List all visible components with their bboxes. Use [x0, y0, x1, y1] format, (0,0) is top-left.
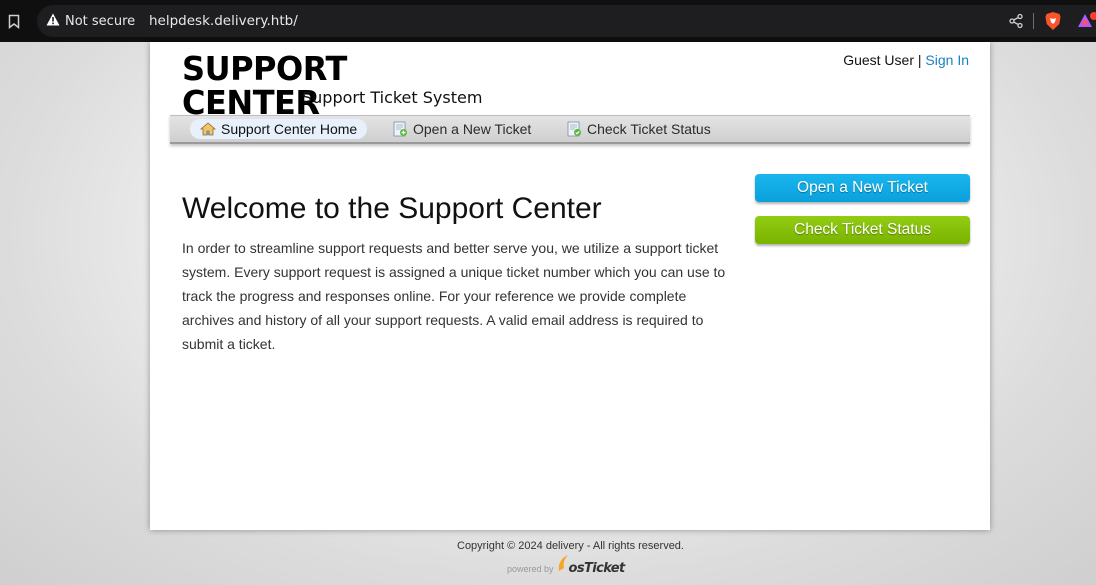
url-text[interactable]: helpdesk.delivery.htb/ — [149, 5, 298, 37]
check-status-button[interactable]: Check Ticket Status — [755, 216, 970, 244]
nav-label: Support Center Home — [221, 121, 358, 137]
user-info: Guest User | Sign In — [843, 52, 969, 68]
osticket-logo-icon — [557, 554, 569, 577]
security-label: Not secure — [65, 13, 136, 29]
toolbar-divider — [1033, 13, 1034, 29]
page-container: SUPPORT CENTER Support Ticket System Gue… — [150, 42, 990, 530]
page-title: Welcome to the Support Center — [182, 192, 602, 225]
nav-item-home[interactable]: Support Center Home — [190, 119, 368, 139]
home-icon — [200, 122, 216, 136]
ticket-status-icon — [566, 121, 582, 137]
sign-in-link[interactable]: Sign In — [925, 52, 969, 68]
nav-item-open-ticket[interactable]: Open a New Ticket — [392, 119, 531, 139]
share-icon[interactable] — [1008, 13, 1024, 34]
powered-by-label: powered by — [507, 564, 554, 574]
bookmark-icon[interactable] — [4, 10, 24, 32]
address-bar[interactable]: Not secure helpdesk.delivery.htb/ — [37, 5, 1096, 37]
logo-title: SUPPORT CENTER — [182, 49, 347, 122]
new-ticket-icon — [392, 121, 408, 137]
warning-icon — [46, 13, 60, 30]
nav-item-check-status[interactable]: Check Ticket Status — [566, 119, 711, 139]
intro-text: In order to streamline support requests … — [182, 240, 726, 352]
security-indicator[interactable]: Not secure — [46, 5, 135, 37]
open-ticket-button[interactable]: Open a New Ticket — [755, 174, 970, 202]
logo-subtitle: Support Ticket System — [302, 88, 483, 107]
brave-rewards-icon[interactable] — [1077, 12, 1096, 37]
nav-label: Check Ticket Status — [587, 121, 711, 137]
nav-label: Open a New Ticket — [413, 121, 532, 137]
browser-toolbar: Not secure helpdesk.delivery.htb/ — [0, 0, 1096, 42]
brave-shields-icon[interactable] — [1044, 11, 1062, 36]
powered-by-osticket[interactable]: powered by osTicket — [507, 555, 625, 577]
guest-label: Guest User | — [843, 52, 922, 68]
osticket-brand: osTicket — [568, 561, 626, 576]
logo[interactable]: SUPPORT CENTER Support Ticket System — [182, 52, 482, 120]
nav-bar: Support Center Home Open a New Ticket Ch… — [170, 115, 970, 144]
copyright-text: Copyright © 2024 delivery - All rights r… — [457, 540, 684, 552]
